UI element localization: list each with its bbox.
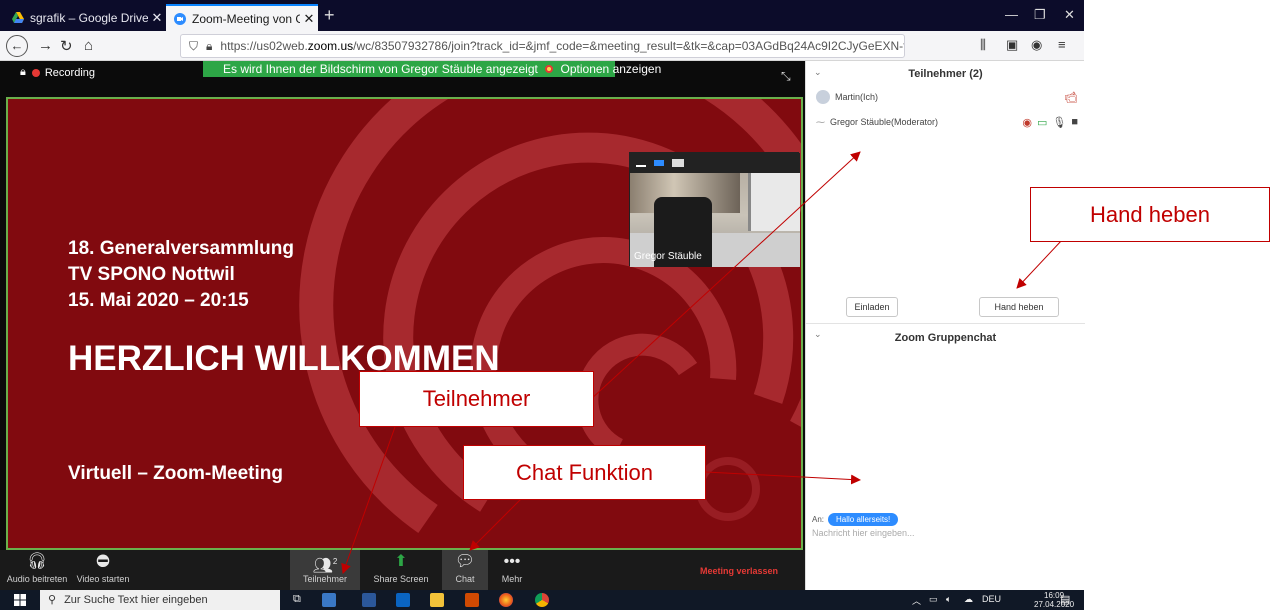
callout-hand-heben: Hand heben (1030, 187, 1270, 242)
callout-chat-funktion: Chat Funktion (463, 445, 706, 500)
arrow-to-raise-hand (1016, 239, 1063, 289)
annotation-arrows (341, 151, 1063, 574)
screenshot-stage: sgrafik – Google Drive ✕ Zoom-Meeting vo… (0, 0, 1272, 610)
arrow-to-chat-panel (705, 471, 861, 485)
arrow-to-participants-button (341, 426, 396, 574)
arrow-to-participants-panel (589, 151, 861, 401)
callout-teilnehmer: Teilnehmer (359, 371, 594, 427)
